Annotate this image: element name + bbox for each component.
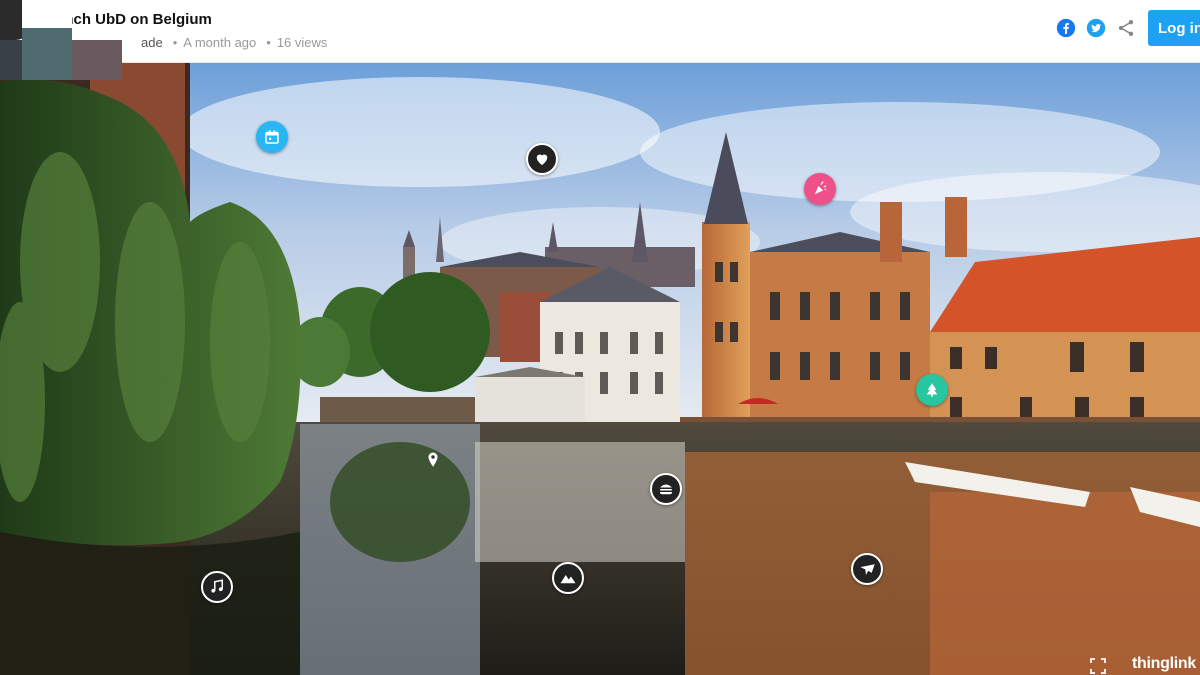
share-icon[interactable] — [1116, 18, 1136, 38]
location-hotspot[interactable] — [417, 444, 449, 476]
heart-icon — [536, 154, 548, 165]
facebook-icon[interactable] — [1056, 18, 1076, 38]
map-pin-icon — [428, 452, 438, 467]
plane-icon — [860, 564, 875, 575]
meta-separator: • — [172, 35, 178, 50]
mountain-icon — [560, 575, 576, 584]
thinglink-logo[interactable]: thinglink — [1132, 655, 1196, 673]
party-popper-icon — [814, 181, 827, 195]
music-note-icon — [211, 579, 223, 593]
burger-hotspot[interactable] — [650, 473, 682, 505]
calendar-hotspot[interactable] — [256, 121, 288, 153]
mountain-hotspot[interactable] — [552, 562, 584, 594]
post-age: A month ago — [183, 35, 257, 50]
login-button[interactable]: Log in — [1148, 10, 1200, 46]
fullscreen-icon[interactable] — [1090, 658, 1106, 674]
tree-hotspot[interactable] — [916, 374, 948, 406]
party-hotspot[interactable] — [804, 173, 836, 205]
calendar-icon — [265, 130, 279, 144]
post-meta: ade • A month ago • 16 views — [141, 35, 327, 50]
view-count: 16 views — [276, 35, 328, 50]
plane-hotspot[interactable] — [851, 553, 883, 585]
tree-icon — [926, 383, 938, 397]
heart-hotspot[interactable] — [526, 143, 558, 175]
share-bar — [1056, 18, 1136, 38]
burger-icon — [660, 484, 672, 495]
canal-photo — [0, 62, 1200, 675]
music-hotspot[interactable] — [201, 571, 233, 603]
meta-separator: • — [266, 35, 271, 50]
top-bar: French UbD on Belgium ade • A month ago • 16… — [0, 0, 1200, 63]
avatar[interactable] — [0, 0, 150, 80]
twitter-icon[interactable] — [1086, 18, 1106, 38]
